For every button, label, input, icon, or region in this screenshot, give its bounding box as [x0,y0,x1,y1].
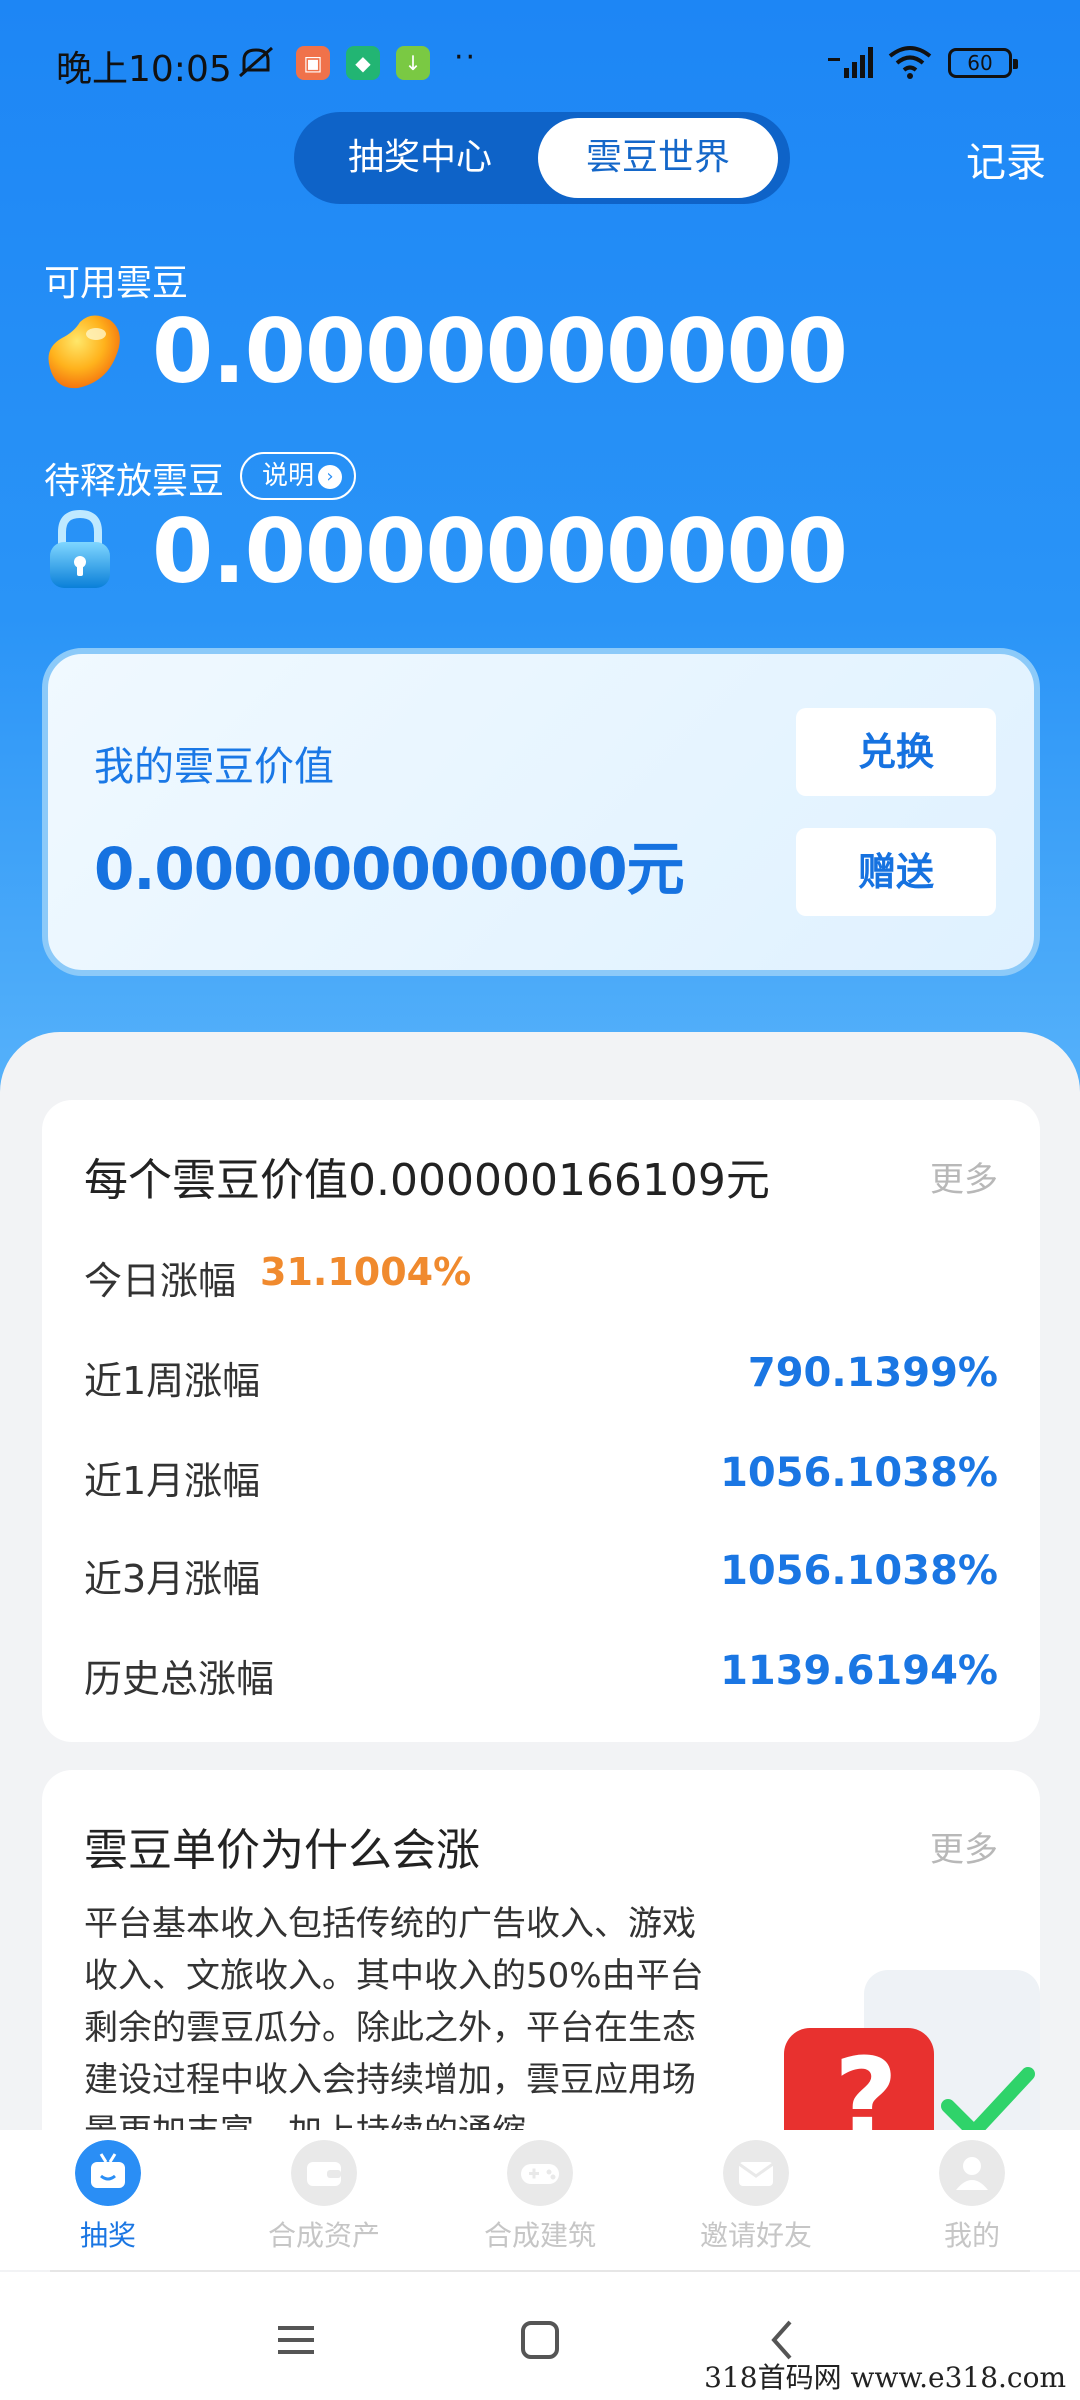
wifi-icon [888,46,932,79]
today-change-value: 31.1004% [260,1250,472,1294]
bean-value-title: 我的雲豆价值 [94,744,334,790]
bean-value-amount: 0.000000000000元 [94,835,685,903]
tab-invite[interactable]: 邀请好友 [666,2140,846,2254]
tab-mine-label: 我的 [943,2219,1000,2252]
envelope-icon [723,2140,789,2206]
mute-icon [239,46,273,78]
home-icon[interactable] [510,2310,570,2370]
tab-lottery-label: 抽奖 [79,2219,136,2252]
pending-beans-label: 待释放雲豆 [44,461,225,502]
explain-label: 说明 [262,461,315,491]
three-month-change-value: 1056.1038% [720,1548,998,1594]
available-beans-value: 0.0000000000 [152,300,848,403]
month-change-value: 1056.1038% [720,1450,998,1496]
today-change-label: 今日涨幅 [84,1259,237,1303]
explain-button[interactable]: 说明 › [240,452,357,500]
week-change-value: 790.1399% [747,1350,998,1396]
tab-lottery-center[interactable]: 抽奖中心 [300,118,540,198]
available-beans-label: 可用雲豆 [44,263,189,304]
bean-icon [48,315,120,389]
wallet-icon [291,2140,357,2206]
chevron-right-icon: › [318,464,343,489]
status-bar: 晚上10:05 ▣ ◆ ↓ ·· 60 [0,0,1080,120]
tab-lottery[interactable]: 抽奖 [18,2140,198,2254]
week-change-label: 近1周涨幅 [84,1359,261,1403]
gift-tv-icon [75,2140,141,2206]
shield-notification-icon: ◆ [346,46,380,80]
gift-button[interactable]: 赠送 [796,828,996,916]
total-change-label: 历史总涨幅 [84,1657,275,1701]
watermark: 318首码网 www.e318.com [704,2361,1066,2394]
segmented-tabs: 抽奖中心 雲豆世界 [294,112,790,204]
exchange-button[interactable]: 兑换 [796,708,996,796]
bottom-tab-bar: 抽奖 合成资产 合成建筑 邀请好友 我的 [0,2130,1080,2270]
app-notification-icon: ▣ [296,46,330,80]
bean-value-card: 我的雲豆价值 0.000000000000元 兑换 赠送 [42,648,1040,976]
more-notifications-icon: ·· [454,40,478,75]
three-month-change-label: 近3月涨幅 [84,1557,261,1601]
download-notification-icon: ↓ [396,46,430,80]
tab-mine[interactable]: 我的 [882,2140,1062,2254]
signal-icon [828,47,873,78]
month-change-label: 近1月涨幅 [84,1459,261,1503]
user-icon [939,2140,1005,2206]
battery-indicator: 60 [948,48,1018,78]
lock-icon [50,509,110,588]
tab-buildings-label: 合成建筑 [483,2219,596,2252]
menu-icon[interactable] [266,2310,326,2370]
info-more-link[interactable]: 更多 [930,1822,998,1871]
status-time: 晚上10:05 [56,49,232,90]
tab-assets[interactable]: 合成资产 [234,2140,414,2254]
tab-invite-label: 邀请好友 [699,2219,812,2252]
unit-price-title: 每个雲豆价值0.000000166109元 [84,1155,770,1206]
tab-assets-label: 合成资产 [267,2219,380,2252]
tab-buildings[interactable]: 合成建筑 [450,2140,630,2254]
tab-bean-world[interactable]: 雲豆世界 [538,118,778,198]
gamepad-icon [507,2140,573,2206]
why-price-rises-card: 雲豆单价为什么会涨 更多 平台基本收入包括传统的广告收入、游戏收入、文旅收入。其… [42,1770,1040,2170]
why-price-body: 平台基本收入包括传统的广告收入、游戏收入、文旅收入。其中收入的50%由平台剩余的… [84,1904,704,2152]
why-price-title: 雲豆单价为什么会涨 [84,1825,480,1876]
record-link[interactable]: 记录 [966,130,1046,188]
pending-beans-value: 0.0000000000 [152,500,848,603]
price-stats-card: 每个雲豆价值0.000000166109元 更多 今日涨幅 31.1004% 近… [42,1100,1040,1742]
stats-more-link[interactable]: 更多 [930,1152,998,1201]
total-change-value: 1139.6194% [720,1648,998,1694]
